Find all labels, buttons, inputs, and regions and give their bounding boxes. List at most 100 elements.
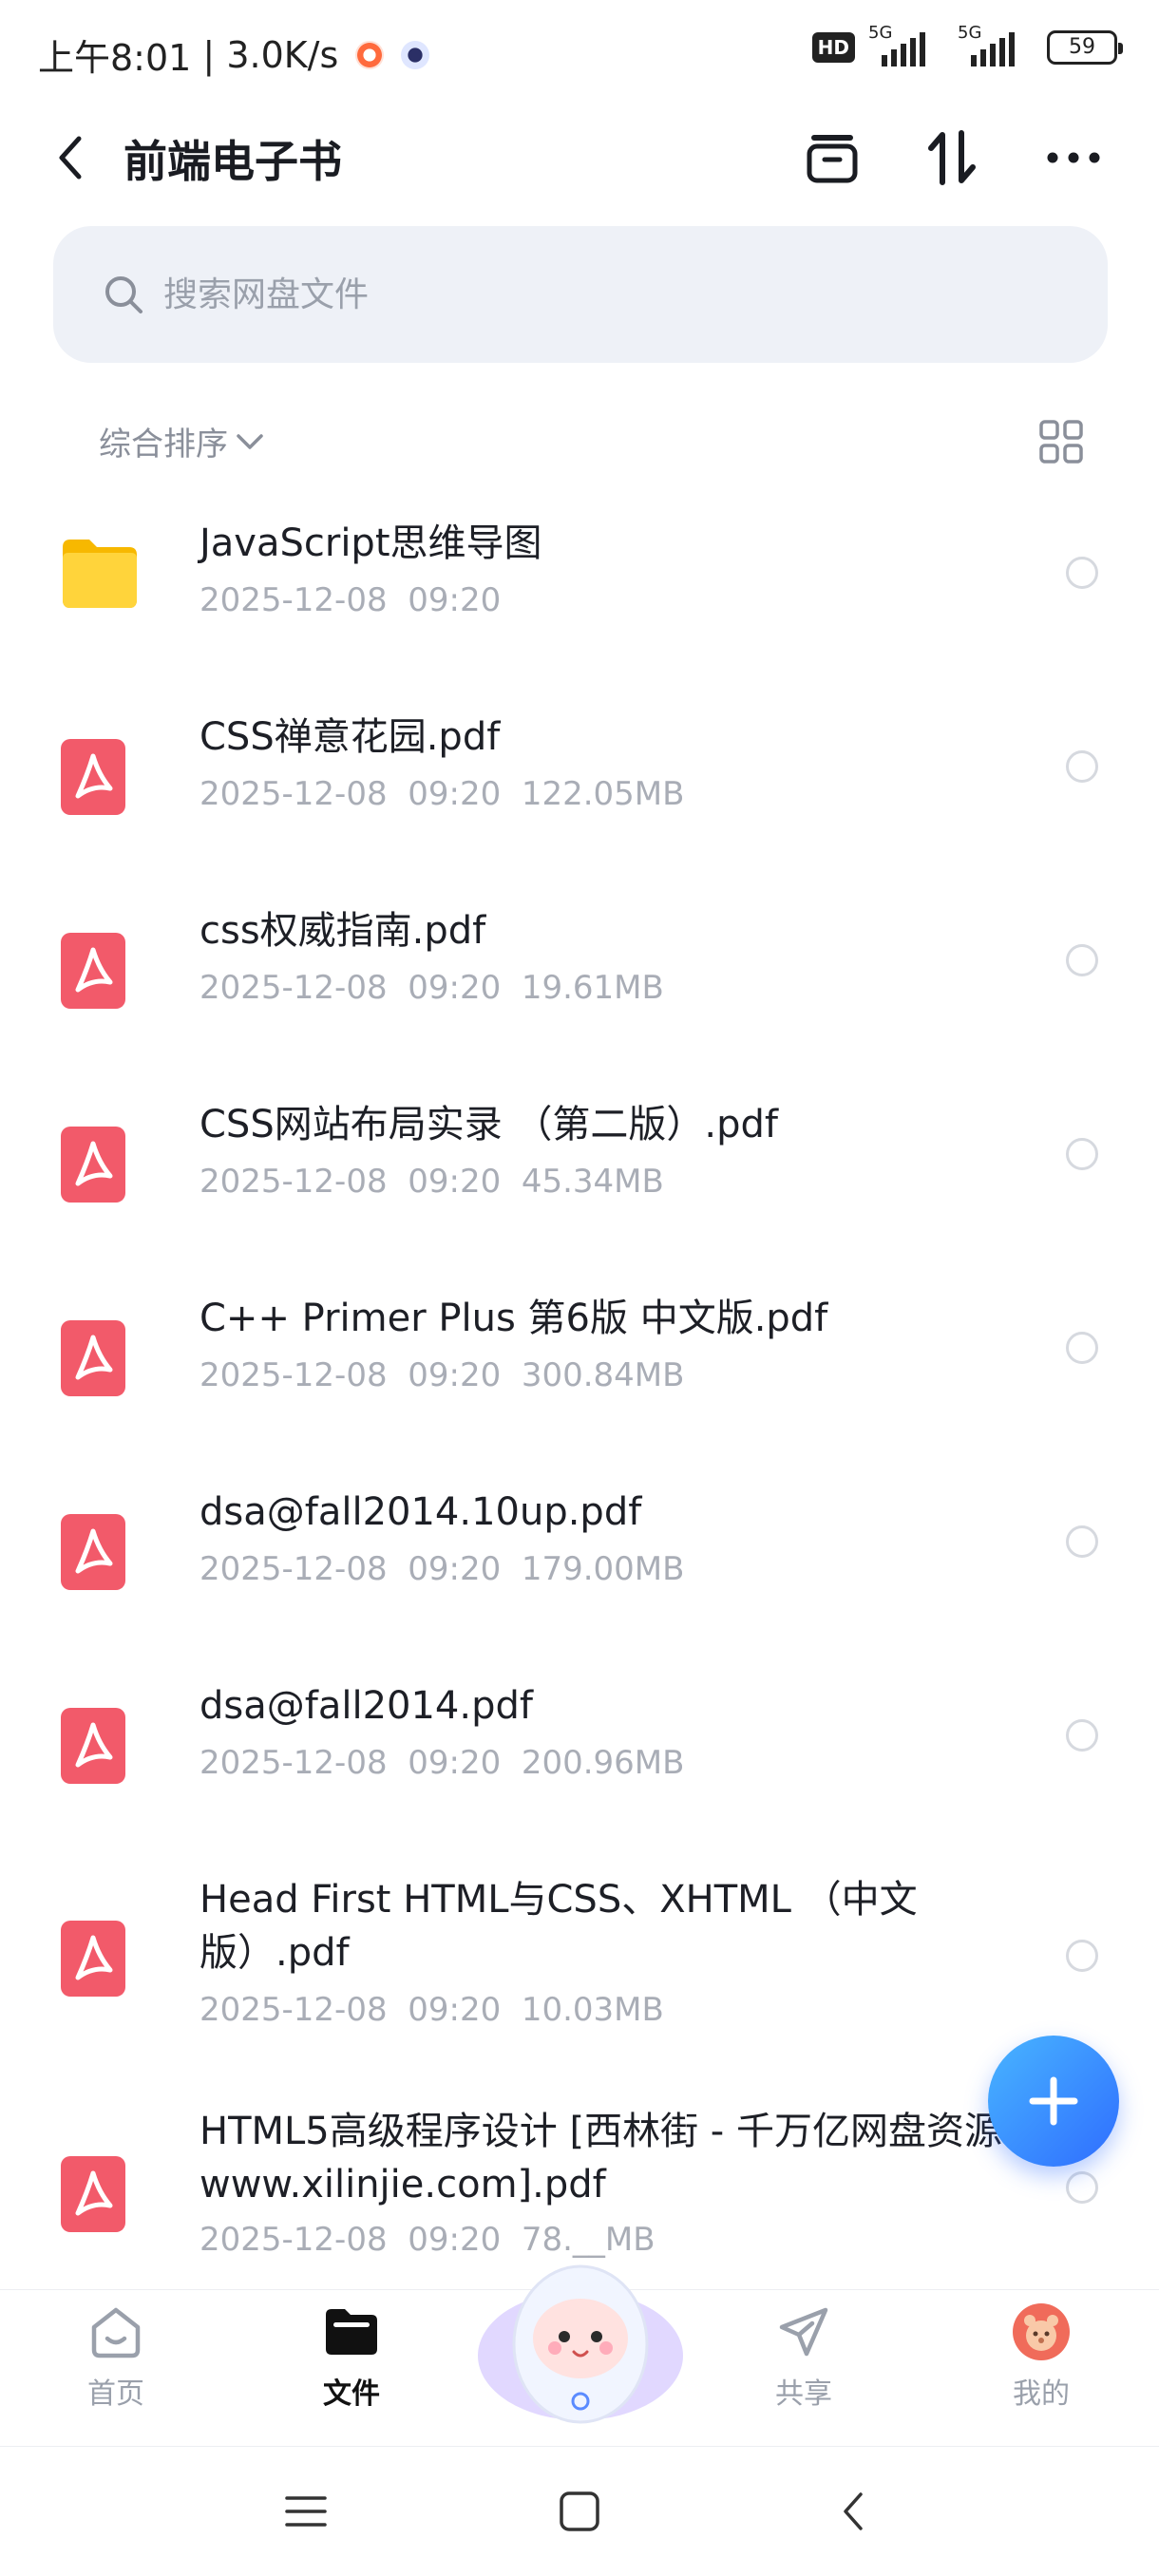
select-radio[interactable] xyxy=(1066,944,1098,976)
file-meta: 2025-12-08 09:20 122.05MB xyxy=(200,775,684,813)
search-box[interactable] xyxy=(53,226,1108,363)
back-system-button[interactable] xyxy=(823,2481,884,2542)
list-item[interactable]: Head First HTML与CSS、XHTML （中文版）.pdf 2025… xyxy=(0,1850,1159,2086)
nav-home[interactable]: 首页 xyxy=(30,2290,201,2447)
file-time: 09:20 xyxy=(408,1163,502,1201)
file-meta: 2025-12-08 09:20 xyxy=(200,581,501,619)
file-date: 2025-12-08 xyxy=(200,1991,388,2029)
file-name: C++ Primer Plus 第6版 中文版.pdf xyxy=(200,1297,828,1340)
status-bar: 上午8:01 | 3.0K/s HD 5G 5G 59 xyxy=(0,0,1159,104)
status-separator: | xyxy=(191,33,227,76)
nav-mine-label: 我的 xyxy=(1013,2377,1070,2411)
file-meta: 2025-12-08 09:20 300.84MB xyxy=(200,1356,684,1394)
file-date: 2025-12-08 xyxy=(200,969,388,1007)
plus-icon xyxy=(1029,2076,1078,2126)
system-nav-bar xyxy=(0,2446,1159,2576)
status-right: HD 5G 5G 59 xyxy=(811,23,1123,66)
pdf-file-icon xyxy=(61,1708,125,1784)
page-title: 前端电子书 xyxy=(124,136,342,187)
search-icon xyxy=(105,276,142,313)
list-item[interactable]: dsa@fall2014.10up.pdf 2025-12-08 09:20 1… xyxy=(0,1463,1159,1657)
nav-files-label: 文件 xyxy=(323,2377,380,2411)
file-time: 09:20 xyxy=(408,1991,502,2029)
list-item[interactable]: C++ Primer Plus 第6版 中文版.pdf 2025-12-08 0… xyxy=(0,1269,1159,1463)
select-radio[interactable] xyxy=(1066,750,1098,783)
recent-apps-button[interactable] xyxy=(276,2481,336,2542)
pdf-file-icon xyxy=(61,739,125,815)
nav-mine[interactable]: 我的 xyxy=(956,2290,1127,2447)
file-name: Head First HTML与CSS、XHTML （中文版）.pdf xyxy=(200,1878,918,1975)
hd-icon: HD xyxy=(811,32,855,63)
folder-nav-icon xyxy=(326,2309,377,2355)
select-radio[interactable] xyxy=(1066,1940,1098,1972)
paper-plane-icon xyxy=(779,2307,828,2357)
nav-share[interactable]: 共享 xyxy=(718,2290,889,2447)
sort-row: 综合排序 xyxy=(0,408,1159,473)
file-time: 09:20 xyxy=(408,1550,502,1588)
file-meta: 2025-12-08 09:20 179.00MB xyxy=(200,1550,684,1588)
archive-icon xyxy=(807,135,858,183)
file-size: 10.03MB xyxy=(521,1991,664,2029)
file-date: 2025-12-08 xyxy=(200,775,388,813)
back-button[interactable] xyxy=(42,129,99,186)
list-item[interactable]: CSS网站布局实录 （第二版）.pdf 2025-12-08 09:20 45.… xyxy=(0,1075,1159,1269)
status-time: 上午8:01 xyxy=(38,37,192,79)
file-time: 09:20 xyxy=(408,581,502,619)
select-radio[interactable] xyxy=(1066,1719,1098,1752)
list-item[interactable]: CSS禅意花园.pdf 2025-12-08 09:20 122.05MB xyxy=(0,688,1159,881)
file-meta: 2025-12-08 09:20 19.61MB xyxy=(200,969,664,1007)
file-meta: 2025-12-08 09:20 10.03MB xyxy=(200,1991,664,2029)
file-size: 300.84MB xyxy=(521,1356,685,1394)
more-button[interactable] xyxy=(1039,123,1108,192)
list-item[interactable]: css权威指南.pdf 2025-12-08 09:20 19.61MB xyxy=(0,881,1159,1075)
pdf-file-icon xyxy=(61,1127,125,1203)
select-radio[interactable] xyxy=(1066,1138,1098,1170)
search-input[interactable] xyxy=(163,275,923,314)
square-icon xyxy=(560,2491,599,2531)
more-dots-icon xyxy=(1047,152,1100,163)
file-date: 2025-12-08 xyxy=(200,1356,388,1394)
file-name: dsa@fall2014.pdf xyxy=(200,1684,533,1728)
list-item[interactable]: JavaScript思维导图 2025-12-08 09:20 xyxy=(0,494,1159,688)
chevron-left-icon xyxy=(59,136,82,180)
sort-dropdown[interactable]: 综合排序 xyxy=(99,418,264,464)
home-system-button[interactable] xyxy=(549,2481,610,2542)
file-time: 09:20 xyxy=(408,775,502,813)
menu-lines-icon xyxy=(285,2496,327,2527)
file-size: 200.96MB xyxy=(521,1744,685,1782)
notification-app-icon xyxy=(355,40,385,69)
folder-icon xyxy=(63,540,137,608)
select-radio[interactable] xyxy=(1066,557,1098,589)
sort-label: 综合排序 xyxy=(99,426,228,464)
nav-files[interactable]: 文件 xyxy=(266,2290,437,2447)
file-name: css权威指南.pdf xyxy=(200,909,486,953)
chevron-down-icon xyxy=(237,433,263,449)
file-date: 2025-12-08 xyxy=(200,1163,388,1201)
file-size: 179.00MB xyxy=(521,1550,685,1588)
select-radio[interactable] xyxy=(1066,2171,1098,2204)
file-size: 122.05MB xyxy=(521,775,685,813)
signal-icon-2: 5G xyxy=(958,23,1034,66)
pdf-file-icon xyxy=(61,1921,125,1997)
select-radio[interactable] xyxy=(1066,1525,1098,1558)
file-time: 09:20 xyxy=(408,1744,502,1782)
mascot-button[interactable] xyxy=(475,2232,686,2432)
archive-button[interactable] xyxy=(798,123,866,192)
file-name: dsa@fall2014.10up.pdf xyxy=(200,1490,642,1534)
file-name: CSS网站布局实录 （第二版）.pdf xyxy=(200,1103,779,1146)
add-button[interactable] xyxy=(988,2036,1119,2167)
file-time: 09:20 xyxy=(408,1356,502,1394)
pdf-file-icon xyxy=(61,2156,125,2232)
nav-share-label: 共享 xyxy=(775,2377,832,2411)
file-name: HTML5高级程序设计 [西林街 - 千万亿网盘资源 www.xilinjie.… xyxy=(200,2110,1002,2207)
grid-view-icon xyxy=(1039,420,1083,464)
list-item[interactable]: dsa@fall2014.pdf 2025-12-08 09:20 200.96… xyxy=(0,1657,1159,1850)
file-date: 2025-12-08 xyxy=(200,1744,388,1782)
select-radio[interactable] xyxy=(1066,1332,1098,1364)
grid-view-button[interactable] xyxy=(1039,420,1083,464)
file-meta: 2025-12-08 09:20 45.34MB xyxy=(200,1163,664,1201)
sort-arrows-icon xyxy=(928,130,976,185)
sort-order-button[interactable] xyxy=(918,123,986,192)
avatar-icon xyxy=(1013,2303,1070,2360)
status-left: 上午8:01 | 3.0K/s xyxy=(38,28,430,81)
